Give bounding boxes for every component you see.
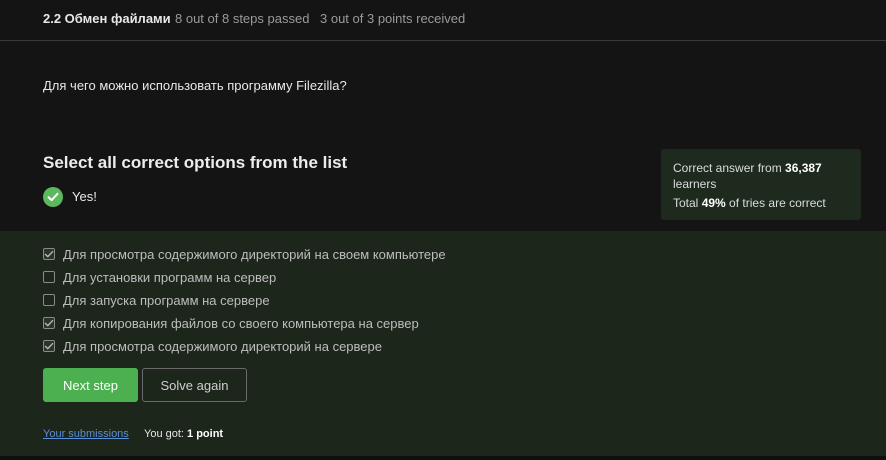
checkbox-checked-icon[interactable] xyxy=(43,317,55,329)
stats-tries-line: Total 49% of tries are correct xyxy=(673,195,849,211)
score-prefix: You got: xyxy=(144,428,188,440)
option-label: Для копирования файлов со своего компьют… xyxy=(63,315,419,331)
points-status: 3 out of 3 points received xyxy=(320,11,466,26)
score-text: You got: 1 point xyxy=(144,428,223,440)
stats-tries-suffix: of tries are correct xyxy=(725,196,826,210)
stats-tries-prefix: Total xyxy=(673,196,702,210)
result-status: Yes! xyxy=(43,186,97,207)
step-header: 2.2 Обмен файлами 8 out of 8 steps passe… xyxy=(0,0,886,41)
option-item[interactable]: Для просмотра содержимого директорий на … xyxy=(43,246,446,262)
option-item[interactable]: Для просмотра содержимого директорий на … xyxy=(43,338,382,354)
option-label: Для просмотра содержимого директорий на … xyxy=(63,246,446,262)
next-step-button[interactable]: Next step xyxy=(43,368,138,402)
option-label: Для запуска программ на сервере xyxy=(63,292,270,308)
checkbox-unchecked-icon[interactable] xyxy=(43,271,55,283)
option-label: Для установки программ на сервер xyxy=(63,269,277,285)
stats-learners-prefix: Correct answer from xyxy=(673,161,786,175)
question-text: Для чего можно использовать программу Fi… xyxy=(43,78,347,93)
checkbox-checked-icon[interactable] xyxy=(43,340,55,352)
answer-stats-panel: Correct answer from 36,387 learners Tota… xyxy=(661,149,861,220)
option-item[interactable]: Для копирования файлов со своего компьют… xyxy=(43,315,419,331)
steps-status: 8 out of 8 steps passed xyxy=(175,11,310,26)
checkbox-unchecked-icon[interactable] xyxy=(43,294,55,306)
stats-tries-percent: 49% xyxy=(701,196,726,210)
bottom-divider xyxy=(0,456,886,460)
option-item[interactable]: Для запуска программ на сервере xyxy=(43,292,270,308)
stats-learners-line: Correct answer from 36,387 learners xyxy=(673,160,849,192)
solve-again-button[interactable]: Solve again xyxy=(142,368,247,402)
lesson-title[interactable]: 2.2 Обмен файлами xyxy=(43,11,171,26)
score-value: 1 point xyxy=(187,428,224,440)
stats-learners-suffix: learners xyxy=(673,177,717,191)
result-label: Yes! xyxy=(72,189,97,204)
option-label: Для просмотра содержимого директорий на … xyxy=(63,338,382,354)
check-circle-icon xyxy=(43,186,63,207)
option-item[interactable]: Для установки программ на сервер xyxy=(43,269,276,285)
instruction-heading: Select all correct options from the list xyxy=(43,153,348,172)
your-submissions-link[interactable]: Your submissions xyxy=(43,428,129,440)
checkbox-checked-icon[interactable] xyxy=(43,248,55,260)
stats-learners-count: 36,387 xyxy=(785,161,822,175)
